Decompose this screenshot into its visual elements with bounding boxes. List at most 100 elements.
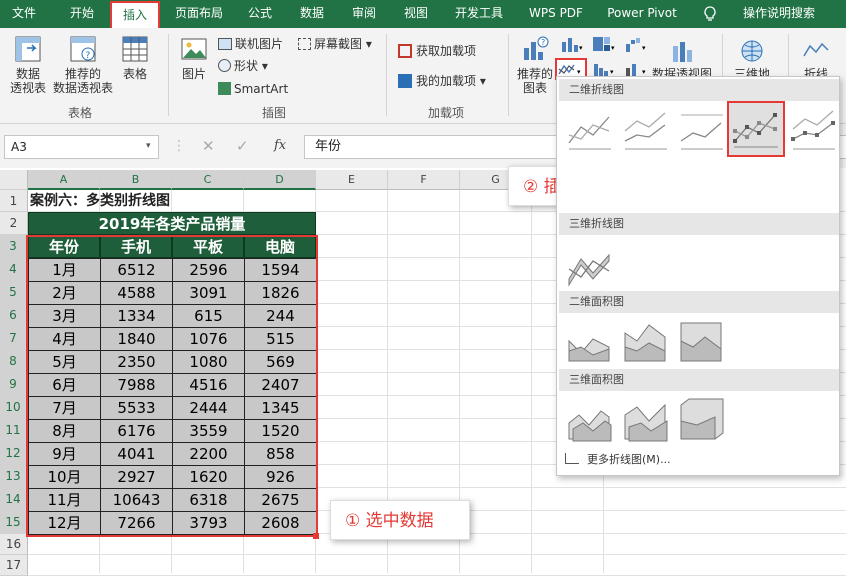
smartart-icon [218,82,231,95]
online-pictures-button[interactable]: 联机图片 [218,37,283,51]
screenshot-label: 屏幕截图 [314,37,363,51]
3d-area-option[interactable] [565,395,615,445]
callout-step1: ① 选中数据 [330,500,470,540]
pivot-chart-button[interactable]: 数据透视图 [652,38,712,81]
percent-stacked-area-option[interactable] [677,317,727,367]
store-icon [398,44,412,58]
ribbon-separator [508,34,509,116]
pictures-button[interactable]: 图片 [174,34,214,81]
insert-function-icon[interactable]: fx [274,138,286,153]
line-chart-dropdown: 二维折线图 三维折线图 二维面积图 三维面积图 更多折线图(M)... [556,76,840,476]
section-2d-area: 二维面积图 [559,291,839,313]
percent-stacked-line-option[interactable] [677,105,727,155]
get-addins-label: 获取加载项 [416,44,477,58]
group-illustrations-label: 插图 [262,106,287,120]
name-box-dropdown-icon[interactable]: ▾ [146,141,151,151]
name-box[interactable]: A3 [4,135,159,159]
tab-review[interactable]: 审阅 [344,0,384,28]
row-header-4[interactable]: 4 [0,258,28,281]
shapes-button[interactable]: 形状 ▾ [218,59,268,73]
column-header-e[interactable]: E [316,170,388,190]
tab-formulas[interactable]: 公式 [240,0,280,28]
pivot-table-button[interactable]: 数据 透视表 [6,34,50,95]
table-title-cell[interactable]: 2019年各类产品销量 [28,212,316,235]
tab-wps-pdf[interactable]: WPS PDF [522,0,590,28]
column-chart-button[interactable]: ▾ [560,36,584,55]
column-header-d[interactable]: D [244,170,316,190]
my-addins-label: 我的加载项 [416,74,477,88]
stacked-area-option[interactable] [621,317,671,367]
section-2d-line: 二维折线图 [559,79,839,101]
more-line-charts-link[interactable]: 更多折线图(M)... [565,451,671,467]
3d-stacked-area-option[interactable] [621,395,671,445]
row-header-12[interactable]: 12 [0,442,28,465]
row-header-2[interactable]: 2 [0,212,28,235]
cell-a1-title[interactable]: 案例六：多类别折线图 [30,191,170,211]
row-header-10[interactable]: 10 [0,396,28,419]
row-header-5[interactable]: 5 [0,281,28,304]
menu-bar: 文件 开始 插入 页面布局 公式 数据 审阅 视图 开发工具 WPS PDF P… [0,0,846,28]
tab-power-pivot[interactable]: Power Pivot [600,0,684,28]
smartart-button[interactable]: SmartArt [218,82,288,96]
group-addins-label: 加载项 [428,106,465,120]
my-addins-button[interactable]: 我的加载项 ▾ [398,74,486,88]
sparkline-line-button[interactable]: 折线 [796,38,836,81]
selection-highlight [26,235,318,537]
column-chart-icon: ▾ [562,38,583,52]
recommended-pivot-button[interactable]: ? 推荐的 数据透视表 [52,34,114,95]
column-header-f[interactable]: F [388,170,460,190]
column-header-c[interactable]: C [172,170,244,190]
tab-file[interactable]: 文件 [4,0,44,28]
hierarchy-chart-icon: ▾ [593,37,615,52]
row-header-15[interactable]: 15 [0,511,28,534]
screenshot-icon [298,38,311,50]
shapes-icon [218,59,231,72]
row-header-8[interactable]: 8 [0,350,28,373]
stacked-line-chart-option[interactable] [621,105,671,155]
column-header-a[interactable]: A [28,170,100,190]
column-header-b[interactable]: B [100,170,172,190]
row-header-6[interactable]: 6 [0,304,28,327]
hierarchy-chart-button[interactable]: ▾ [592,36,616,55]
tab-developer[interactable]: 开发工具 [448,0,510,28]
map-3d-button[interactable]: 三维地 [730,38,774,81]
smartart-label: SmartArt [234,82,289,96]
group-tables-label: 表格 [68,106,93,120]
3d-percent-stacked-area-option[interactable] [677,395,727,445]
recommended-pivot-icon: ? [70,36,96,62]
tab-insert[interactable]: 插入 [110,1,160,28]
row-header-1[interactable]: 1 [0,190,28,212]
row-header-14[interactable]: 14 [0,488,28,511]
enter-icon[interactable]: ✓ [236,137,249,155]
tab-view[interactable]: 视图 [396,0,436,28]
cancel-icon[interactable]: ✕ [202,137,215,155]
globe-icon [741,40,763,62]
svg-text:▾: ▾ [610,68,614,76]
svg-text:▾: ▾ [611,44,615,52]
select-all-corner[interactable] [0,170,28,190]
table-button[interactable]: 表格 [116,34,154,81]
stacked-line-markers-option[interactable] [789,105,839,155]
ribbon-separator [168,34,169,116]
tell-me-search[interactable]: 操作说明搜索 [724,0,834,28]
fill-handle[interactable] [313,533,319,539]
tab-page-layout[interactable]: 页面布局 [168,0,230,28]
area-chart-option[interactable] [565,317,615,367]
3d-line-option[interactable] [565,239,615,289]
row-header-7[interactable]: 7 [0,327,28,350]
tab-data[interactable]: 数据 [292,0,332,28]
waterfall-chart-button[interactable]: ▾ [624,36,648,55]
tab-home[interactable]: 开始 [60,0,104,28]
row-header-13[interactable]: 13 [0,465,28,488]
recommended-charts-button[interactable]: ? 推荐的 图表 [514,34,556,95]
line-chart-option[interactable] [565,105,615,155]
screenshot-button[interactable]: 屏幕截图 ▾ [298,37,372,51]
get-addins-button[interactable]: 获取加载项 [398,44,476,58]
svg-text:▾: ▾ [642,44,646,52]
line-with-markers-option[interactable] [727,101,785,157]
row-header-16[interactable]: 16 [0,534,28,555]
lightbulb-icon [700,0,720,28]
row-header-11[interactable]: 11 [0,419,28,442]
row-header-3[interactable]: 3 [0,235,28,258]
row-header-9[interactable]: 9 [0,373,28,396]
